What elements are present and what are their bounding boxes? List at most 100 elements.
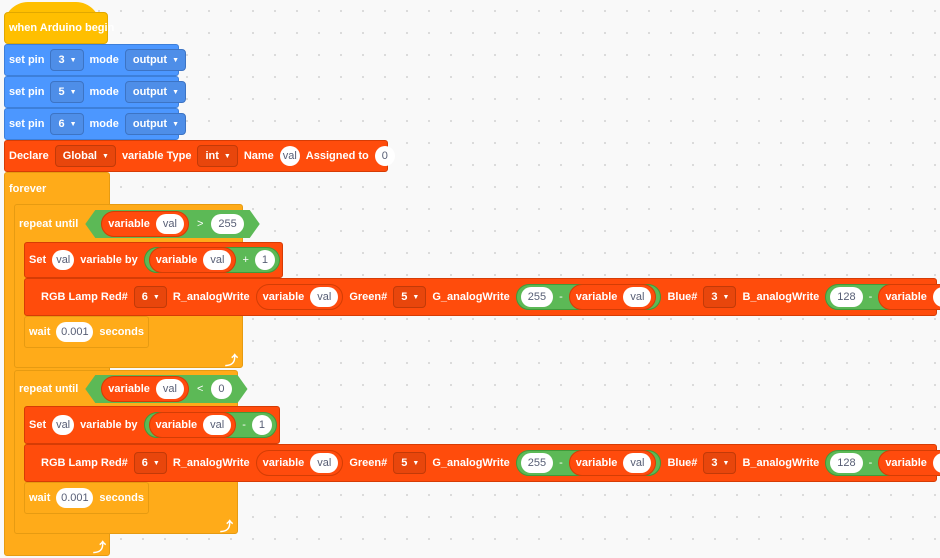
blue-pin-dropdown[interactable]: 3 ▼ (703, 452, 737, 474)
variable-name-input[interactable]: val (310, 287, 339, 307)
variable-reporter[interactable]: variable val (255, 450, 344, 476)
green-pin-dropdown[interactable]: 5 ▼ (393, 286, 427, 308)
wait-seconds-input[interactable]: 0.001 (56, 322, 94, 342)
operator-symbol: - (868, 291, 873, 303)
dropdown-arrow-icon: ▼ (69, 56, 77, 64)
rgb-lamp-block[interactable]: RGB Lamp Red# 6 ▼ R_analogWrite variable … (24, 278, 940, 316)
variable-reporter[interactable]: variable val (101, 211, 189, 237)
variable-reporter[interactable]: variable val (101, 376, 189, 402)
set-pin-block[interactable]: set pin 6 ▼ mode output ▼ (4, 108, 186, 140)
dropdown-arrow-icon: ▼ (69, 88, 77, 96)
subtract-operator[interactable]: 255 - variable val (515, 450, 662, 476)
set-pin-label: set pin (9, 118, 45, 130)
set-pin-label: set pin (9, 54, 45, 66)
variable-name-input[interactable]: val (932, 453, 940, 473)
variable-name-input[interactable]: val (623, 287, 652, 307)
mode-label: mode (89, 86, 119, 98)
variable-name-input[interactable]: val (932, 287, 940, 307)
mode-dropdown[interactable]: output ▼ (124, 81, 186, 103)
comparison-condition[interactable]: variable val > 255 (85, 210, 259, 238)
variable-name-input[interactable]: val (156, 214, 184, 234)
variable-reporter[interactable]: variable val (568, 450, 657, 476)
dropdown-arrow-icon: ▼ (722, 293, 730, 301)
pin-dropdown[interactable]: 6 ▼ (50, 113, 84, 135)
name-label: Name (243, 150, 274, 162)
constant-input[interactable]: 255 (520, 287, 554, 307)
set-pin-block[interactable]: set pin 5 ▼ mode output ▼ (4, 76, 186, 108)
b-analogwrite-label: B_analogWrite (742, 291, 820, 303)
add-operator[interactable]: variable val + 1 (143, 247, 280, 273)
step-input[interactable]: 1 (254, 250, 275, 270)
variable-reporter[interactable]: variable val (255, 284, 344, 310)
subtract-operator[interactable]: 128 - variable val (825, 284, 940, 310)
constant-input[interactable]: 255 (520, 453, 554, 473)
blue-pin-dropdown[interactable]: 3 ▼ (703, 286, 737, 308)
initial-value-input[interactable]: 0 (374, 146, 395, 166)
red-pin-label: RGB Lamp Red# (41, 291, 128, 303)
set-variable-input[interactable]: val (52, 250, 75, 270)
set-pin-label: set pin (9, 86, 45, 98)
when-arduino-begin-block[interactable]: when Arduino begin (4, 12, 114, 44)
b-analogwrite-label: B_analogWrite (742, 457, 820, 469)
step-input[interactable]: 1 (251, 415, 272, 435)
variable-type-label: variable Type (121, 150, 192, 162)
comparison-condition[interactable]: variable val < 0 (85, 375, 247, 403)
red-pin-dropdown[interactable]: 6 ▼ (133, 286, 167, 308)
green-pin-label: Green# (349, 291, 388, 303)
variable-name-input[interactable]: val (310, 453, 339, 473)
comparison-operator: < (196, 383, 204, 395)
set-label: Set (29, 254, 47, 266)
mode-label: mode (89, 54, 119, 66)
variable-reporter[interactable]: variable val (878, 450, 940, 476)
limit-input[interactable]: 0 (211, 379, 231, 399)
variable-name-input[interactable]: val (279, 146, 300, 166)
set-variable-by-block[interactable]: Set val variable by variable val + 1 (24, 242, 283, 278)
g-analogwrite-label: G_analogWrite (432, 457, 510, 469)
pin-dropdown[interactable]: 5 ▼ (50, 81, 84, 103)
red-pin-dropdown[interactable]: 6 ▼ (133, 452, 167, 474)
set-variable-by-block[interactable]: Set val variable by variable val - 1 (24, 406, 280, 444)
seconds-label: seconds (99, 492, 144, 504)
variable-name-input[interactable]: val (156, 379, 184, 399)
scope-dropdown[interactable]: Global ▼ (54, 145, 116, 167)
mode-dropdown[interactable]: output ▼ (124, 113, 186, 135)
dropdown-arrow-icon: ▼ (102, 152, 109, 160)
pin-dropdown[interactable]: 3 ▼ (50, 49, 84, 71)
variable-reporter[interactable]: variable val (568, 284, 657, 310)
variable-name-input[interactable]: val (623, 453, 652, 473)
set-variable-input[interactable]: val (52, 415, 75, 435)
variable-reporter[interactable]: variable val (148, 247, 237, 273)
rgb-lamp-block[interactable]: RGB Lamp Red# 6 ▼ R_analogWrite variable … (24, 444, 940, 482)
type-dropdown[interactable]: int ▼ (197, 145, 238, 167)
wait-block[interactable]: wait 0.001 seconds (24, 482, 149, 514)
wait-seconds-input[interactable]: 0.001 (56, 488, 94, 508)
wait-label: wait (29, 492, 51, 504)
loop-arrow-icon: ⤴ (93, 540, 107, 555)
declare-variable-block[interactable]: Declare Global ▼ variable Type int ▼ Name … (4, 140, 395, 172)
g-analogwrite-label: G_analogWrite (432, 291, 510, 303)
loop-arrow-icon: ⤴ (225, 353, 239, 368)
limit-input[interactable]: 255 (211, 214, 243, 234)
dropdown-arrow-icon: ▼ (412, 293, 420, 301)
operator-symbol: - (559, 291, 563, 303)
dropdown-arrow-icon: ▼ (69, 120, 77, 128)
constant-input[interactable]: 128 (830, 287, 863, 307)
mode-dropdown[interactable]: output ▼ (124, 49, 186, 71)
blue-pin-label: Blue# (667, 291, 698, 303)
subtract-operator[interactable]: 128 - variable val (825, 450, 940, 476)
variable-reporter[interactable]: variable val (148, 412, 237, 438)
operator-symbol: - (559, 457, 563, 469)
subtract-operator[interactable]: variable val - 1 (143, 412, 277, 438)
mode-label: mode (89, 118, 119, 130)
variable-reporter[interactable]: variable val (878, 284, 940, 310)
variable-by-label: variable by (80, 419, 138, 431)
wait-block[interactable]: wait 0.001 seconds (24, 316, 149, 348)
subtract-operator[interactable]: 255 - variable val (515, 284, 662, 310)
variable-name-input[interactable]: val (203, 250, 232, 270)
set-pin-block[interactable]: set pin 3 ▼ mode output ▼ (4, 44, 186, 76)
constant-input[interactable]: 128 (830, 453, 863, 473)
variable-name-input[interactable]: val (203, 415, 232, 435)
operator-symbol: + (242, 254, 249, 266)
seconds-label: seconds (99, 326, 144, 338)
green-pin-dropdown[interactable]: 5 ▼ (393, 452, 427, 474)
